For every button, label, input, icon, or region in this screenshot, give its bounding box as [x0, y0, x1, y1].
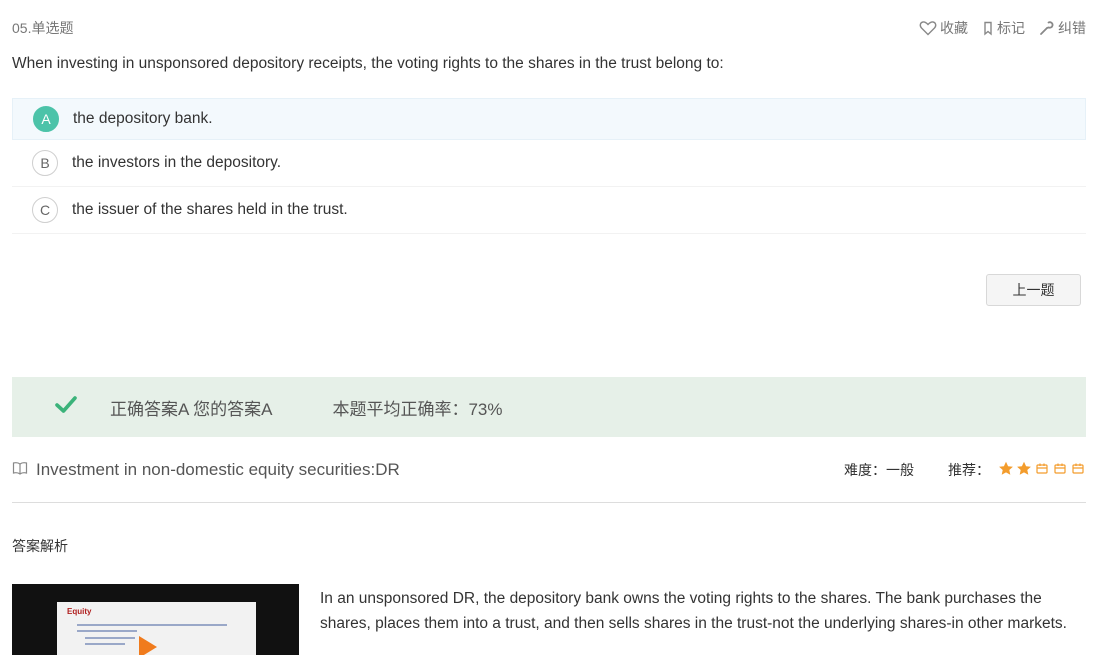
- report-error-label: 纠错: [1058, 20, 1086, 36]
- difficulty-value: 一般: [886, 462, 914, 478]
- answer-summary: 正确答案A 您的答案A: [110, 399, 273, 419]
- options-list: A the depository bank. B the investors i…: [12, 98, 1086, 234]
- checkmark-icon: [12, 393, 78, 422]
- slide-text-line: [77, 630, 137, 632]
- favorite-button[interactable]: 收藏: [919, 18, 968, 38]
- previous-question-button[interactable]: 上一题: [986, 274, 1081, 306]
- video-thumbnail[interactable]: Equity: [12, 584, 299, 655]
- result-banner: 正确答案A 您的答案A 本题平均正确率：73%: [12, 377, 1086, 437]
- slide-text-line: [85, 637, 135, 639]
- topic-meta: 难度： 一般 推荐：: [844, 460, 1086, 480]
- report-error-button[interactable]: 纠错: [1039, 18, 1086, 38]
- analysis-title: 答案解析: [12, 538, 68, 554]
- star-filled-icon: [1016, 461, 1032, 479]
- star-empty-icon: [1052, 461, 1068, 479]
- topic-info: Investment in non-domestic equity securi…: [12, 460, 400, 480]
- slide-text-line: [85, 643, 125, 645]
- option-letter-badge: A: [33, 106, 59, 132]
- option-text: the depository bank.: [73, 110, 213, 127]
- option-text: the issuer of the shares held in the tru…: [72, 201, 348, 218]
- question-header: 05.单选题 收藏 标记 纠错: [12, 17, 1086, 39]
- question-text: When investing in unsponsored depository…: [12, 55, 724, 72]
- question-number: 05.单选题: [12, 20, 74, 36]
- star-empty-icon: [1034, 461, 1050, 479]
- option-c[interactable]: C the issuer of the shares held in the t…: [12, 187, 1086, 234]
- topic-title: Investment in non-domestic equity securi…: [36, 460, 400, 479]
- answer-explanation: In an unsponsored DR, the depository ban…: [320, 590, 1067, 632]
- bookmark-icon: [982, 21, 994, 36]
- option-a[interactable]: A the depository bank.: [12, 98, 1086, 140]
- book-icon: [12, 461, 28, 480]
- heart-icon: [919, 20, 937, 36]
- option-letter-badge: B: [32, 150, 58, 176]
- wrench-icon: [1039, 20, 1055, 36]
- mark-button[interactable]: 标记: [982, 18, 1025, 38]
- difficulty-label: 难度：: [844, 462, 886, 478]
- question-actions: 收藏 标记 纠错: [919, 18, 1086, 38]
- video-slide-title: Equity: [67, 607, 92, 616]
- option-b[interactable]: B the investors in the depository.: [12, 140, 1086, 187]
- topic-row: Investment in non-domestic equity securi…: [12, 456, 1086, 484]
- divider: [12, 502, 1086, 503]
- option-letter-badge: C: [32, 197, 58, 223]
- mark-label: 标记: [997, 20, 1025, 36]
- recommend-label: 推荐：: [948, 462, 990, 478]
- favorite-label: 收藏: [940, 20, 968, 36]
- option-text: the investors in the depository.: [72, 154, 282, 171]
- slide-text-line: [77, 624, 227, 626]
- average-accuracy: 本题平均正确率：73%: [332, 399, 503, 419]
- star-filled-icon: [998, 461, 1014, 479]
- star-empty-icon: [1070, 461, 1086, 479]
- play-icon[interactable]: [139, 636, 157, 655]
- recommend-rating: [998, 461, 1086, 479]
